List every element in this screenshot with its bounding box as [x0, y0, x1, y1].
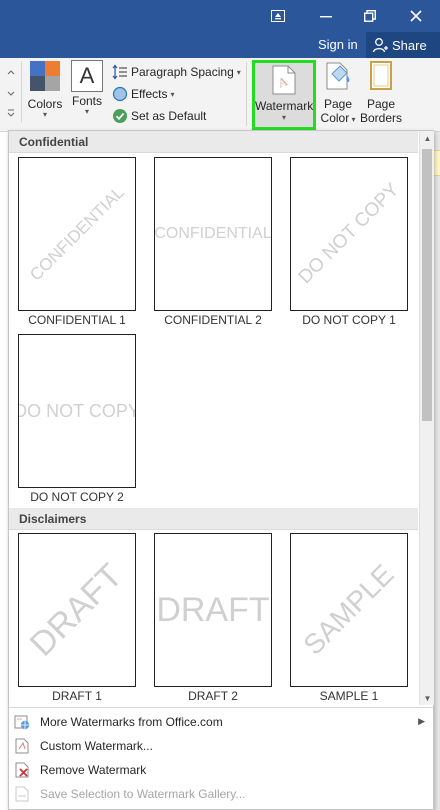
save-to-gallery-icon — [13, 785, 31, 803]
fonts-dropdown-icon: ▾ — [84, 107, 89, 116]
submenu-arrow-icon: ▶ — [418, 716, 425, 726]
watermark-preview-text: DRAFT — [23, 556, 131, 664]
colors-label: Colors — [27, 97, 63, 111]
office-web-icon — [13, 713, 31, 731]
set-as-default-button[interactable]: Set as Default — [112, 106, 206, 126]
watermark-thumb-confidential-1[interactable]: CONFIDENTIAL CONFIDENTIAL 1 — [17, 157, 137, 329]
colors-button[interactable]: Colors ▾ — [26, 60, 64, 119]
more-watermarks-menu-item[interactable]: More Watermarks from Office.com ▶ — [9, 710, 433, 734]
page-color-button[interactable]: Page Color ▾ — [318, 60, 358, 127]
watermark-preview-text: DO NOT COPY — [294, 179, 403, 288]
effects-label: Effects — [131, 87, 168, 101]
watermark-caption: DO NOT COPY 1 — [302, 313, 396, 327]
paragraph-spacing-button[interactable]: Paragraph Spacing ▾ — [112, 62, 241, 82]
watermark-caption: DO NOT COPY 2 — [30, 490, 124, 504]
watermark-thumb-do-not-copy-1[interactable]: DO NOT COPY DO NOT COPY 1 — [289, 157, 409, 329]
ribbon-display-options-button[interactable] — [260, 0, 296, 32]
sign-in-link[interactable]: Sign in — [318, 37, 358, 52]
watermark-gallery-dropdown: Confidential CONFIDENTIAL CONFIDENTIAL 1… — [8, 130, 434, 810]
watermark-menu: More Watermarks from Office.com ▶ Custom… — [9, 707, 433, 809]
watermark-icon: A — [272, 65, 296, 95]
minimize-button[interactable] — [308, 0, 344, 32]
remove-watermark-icon — [13, 761, 31, 779]
watermark-dropdown-icon: ▾ — [281, 113, 286, 122]
page-color-label-line1: Page — [323, 97, 353, 111]
colors-palette-icon — [30, 61, 60, 91]
themes-gallery-scroll[interactable] — [0, 62, 22, 122]
watermark-thumb-confidential-2[interactable]: CONFIDENTIAL CONFIDENTIAL 2 — [153, 157, 273, 329]
gallery-scrollbar[interactable]: ▲ ▼ — [419, 131, 434, 705]
custom-watermark-label: Custom Watermark... — [40, 739, 153, 753]
watermark-caption: DRAFT 1 — [52, 689, 102, 703]
watermark-caption: SAMPLE 1 — [319, 689, 379, 703]
more-watermarks-label: More Watermarks from Office.com — [40, 715, 223, 729]
share-label: Share — [392, 37, 427, 53]
watermark-preview-page: CONFIDENTIAL — [18, 157, 136, 311]
save-selection-label: Save Selection to Watermark Gallery... — [40, 787, 246, 801]
page-borders-label-line2: Borders — [360, 111, 403, 125]
page-borders-icon — [370, 61, 392, 90]
save-selection-menu-item[interactable]: Save Selection to Watermark Gallery... — [9, 782, 433, 806]
watermark-preview-text: CONFIDENTIAL — [25, 182, 128, 285]
scroll-up-arrow-icon[interactable]: ▲ — [420, 131, 435, 145]
share-button[interactable]: Share — [366, 32, 440, 58]
close-button[interactable] — [398, 0, 434, 32]
custom-watermark-menu-item[interactable]: Custom Watermark... — [9, 734, 433, 758]
watermark-thumb-draft-1[interactable]: DRAFT DRAFT 1 — [17, 533, 137, 705]
remove-watermark-label: Remove Watermark — [40, 763, 147, 777]
title-bar — [0, 0, 440, 32]
watermark-caption: DRAFT 2 — [188, 689, 238, 703]
watermark-thumb-draft-2[interactable]: DRAFT DRAFT 2 — [153, 533, 273, 705]
watermark-thumb-sample-1[interactable]: SAMPLE SAMPLE 1 — [289, 533, 409, 705]
watermark-thumb-do-not-copy-2[interactable]: DO NOT COPY DO NOT COPY 2 — [17, 334, 137, 506]
restore-window-icon — [364, 10, 376, 22]
scrollbar-thumb[interactable] — [422, 149, 432, 421]
page-color-label-line2: Color ▾ — [320, 111, 356, 125]
watermark-preview-text: DO NOT COPY — [18, 400, 136, 421]
effects-dropdown-icon: ▾ — [170, 89, 175, 99]
effects-button[interactable]: Effects ▾ — [112, 84, 174, 104]
watermark-label: Watermark — [255, 99, 314, 113]
watermark-preview-text: DRAFT — [156, 590, 270, 629]
watermark-preview-text: CONFIDENTIAL — [154, 225, 272, 242]
watermark-gallery-list[interactable]: Confidential CONFIDENTIAL CONFIDENTIAL 1… — [9, 131, 418, 705]
paragraph-spacing-icon — [112, 64, 127, 80]
effects-icon — [112, 86, 128, 102]
watermark-preview-text: SAMPLE — [297, 558, 400, 661]
set-as-default-label: Set as Default — [131, 109, 207, 123]
fonts-label: Fonts — [71, 94, 102, 108]
gallery-scroll-arrows-icon — [7, 70, 15, 117]
scroll-down-arrow-icon[interactable]: ▼ — [420, 691, 435, 705]
share-person-icon — [372, 38, 388, 53]
page-borders-button[interactable]: Page Borders — [360, 60, 402, 125]
remove-watermark-menu-item[interactable]: Remove Watermark — [9, 758, 433, 782]
page-borders-label-line1: Page — [366, 97, 396, 111]
colors-dropdown-icon: ▾ — [42, 110, 47, 119]
watermark-preview-page: CONFIDENTIAL — [154, 157, 272, 311]
paragraph-spacing-dropdown-icon: ▾ — [236, 67, 241, 77]
close-icon — [410, 10, 422, 22]
section-header-confidential: Confidential — [9, 131, 418, 153]
ribbon-group-separator — [246, 62, 247, 126]
custom-watermark-icon — [13, 737, 31, 755]
paragraph-spacing-label: Paragraph Spacing — [131, 65, 234, 79]
watermark-caption: CONFIDENTIAL 1 — [28, 313, 126, 327]
checkmark-circle-icon — [113, 109, 127, 123]
ribbon-display-options-icon — [271, 10, 285, 22]
watermark-preview-page: DO NOT COPY — [290, 157, 408, 311]
fonts-button[interactable]: A Fonts ▾ — [68, 60, 106, 116]
watermark-caption: CONFIDENTIAL 2 — [164, 313, 262, 327]
section-header-disclaimers: Disclaimers — [9, 508, 418, 530]
page-color-icon — [326, 62, 350, 90]
watermark-preview-page: SAMPLE — [290, 533, 408, 687]
watermark-preview-page: DRAFT — [154, 533, 272, 687]
watermark-button[interactable]: A Watermark ▾ — [252, 60, 316, 130]
watermark-preview-page: DO NOT COPY — [18, 334, 136, 488]
restore-button[interactable] — [352, 0, 388, 32]
design-ribbon: Colors ▾ A Fonts ▾ Paragraph Spacing ▾ E… — [0, 58, 440, 132]
minimize-icon — [320, 16, 332, 18]
watermark-preview-page: DRAFT — [18, 533, 136, 687]
fonts-icon: A — [71, 60, 103, 92]
